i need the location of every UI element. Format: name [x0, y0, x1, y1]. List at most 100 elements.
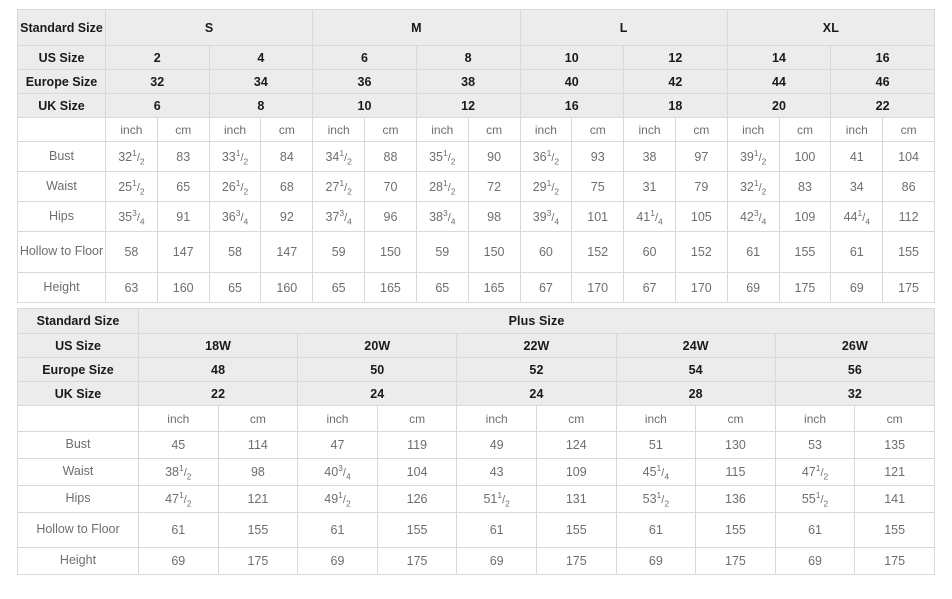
- bust-inch-3: 351/2: [415, 141, 469, 172]
- plus-waist-cm-3: 115: [695, 458, 776, 486]
- hips-cm-0: 91: [156, 201, 210, 232]
- hollow-cm-5: 152: [674, 231, 728, 273]
- plus-bust-cm-2: 124: [535, 431, 617, 459]
- waist-cm-6: 83: [778, 171, 832, 202]
- plus-europe-size-4: 56: [774, 357, 936, 382]
- plus-size-table: Standard Size Plus Size US Size 18W 20W …: [17, 308, 936, 575]
- table-row-uk-size: UK Size 6 8 10 12 16 18 20 22: [17, 93, 935, 118]
- bust-cm-5: 97: [674, 141, 728, 172]
- plus-us-size-0: 18W: [137, 333, 299, 358]
- hollow-cm-4: 152: [571, 231, 625, 273]
- plus-unit-inch-2: inch: [456, 405, 537, 432]
- plus-bust-inch-1: 47: [297, 431, 378, 459]
- hips-cm-7: 112: [882, 201, 935, 232]
- plus-waist-cm-2: 109: [535, 458, 617, 486]
- plus-us-size-2: 22W: [456, 333, 617, 358]
- unit-inch-5: inch: [623, 117, 676, 142]
- plus-height-cm-0: 175: [217, 547, 299, 575]
- waist-cm-7: 86: [882, 171, 935, 202]
- plus-hips-inch-3: 531/2: [615, 485, 697, 513]
- plus-height-inch-2: 69: [456, 547, 537, 575]
- europe-size-4: 40: [519, 69, 625, 94]
- waist-cm-2: 70: [364, 171, 417, 202]
- plus-uk-size-4: 32: [774, 381, 936, 406]
- table-row-plus-us-size: US Size 18W 20W 22W 24W 26W: [17, 333, 936, 358]
- europe-size-5: 42: [623, 69, 728, 94]
- europe-size-1: 34: [208, 69, 314, 94]
- us-size-2: 6: [312, 45, 417, 70]
- height-cm-5: 170: [674, 272, 728, 303]
- plus-height-label: Height: [17, 547, 139, 575]
- plus-unit-row-spacer: [17, 405, 139, 432]
- height-inch-4: 67: [519, 272, 573, 303]
- plus-waist-inch-2: 43: [456, 458, 537, 486]
- unit-cm-0: cm: [156, 117, 210, 142]
- europe-size-label: Europe Size: [17, 69, 106, 94]
- plus-hollow-inch-0: 61: [138, 512, 219, 548]
- plus-height-cm-3: 175: [695, 547, 776, 575]
- unit-row-spacer: [17, 117, 106, 142]
- table-row-units: inch cm inch cm inch cm inch cm inch cm …: [17, 117, 935, 142]
- table-row-plus-units: inch cm inch cm inch cm inch cm inch cm: [17, 405, 935, 432]
- europe-size-6: 44: [726, 69, 832, 94]
- waist-inch-4: 291/2: [519, 171, 573, 202]
- waist-cm-1: 68: [260, 171, 314, 202]
- table-row-europe-size: Europe Size 32 34 36 38 40 42 44 46: [17, 69, 935, 94]
- plus-hollow-inch-3: 61: [615, 512, 697, 548]
- unit-inch-2: inch: [312, 117, 366, 142]
- hollow-inch-2: 59: [312, 231, 366, 273]
- unit-cm-4: cm: [571, 117, 625, 142]
- plus-us-size-3: 24W: [615, 333, 776, 358]
- plus-europe-size-1: 50: [297, 357, 458, 382]
- uk-size-3: 12: [415, 93, 521, 118]
- us-size-4: 10: [519, 45, 625, 70]
- bust-cm-3: 90: [467, 141, 521, 172]
- group-l: L: [519, 9, 728, 46]
- uk-size-1: 8: [208, 93, 314, 118]
- europe-size-3: 38: [415, 69, 521, 94]
- plus-height-inch-1: 69: [297, 547, 378, 575]
- plus-hollow-cm-0: 155: [217, 512, 299, 548]
- hips-inch-4: 393/4: [519, 201, 573, 232]
- plus-hips-cm-2: 131: [535, 485, 617, 513]
- plus-bust-inch-3: 51: [615, 431, 697, 459]
- height-cm-6: 175: [778, 272, 832, 303]
- plus-unit-cm-2: cm: [535, 405, 617, 432]
- hollow-cm-0: 147: [156, 231, 210, 273]
- hips-cm-3: 98: [467, 201, 521, 232]
- us-size-6: 14: [726, 45, 832, 70]
- plus-unit-cm-0: cm: [217, 405, 299, 432]
- plus-europe-size-2: 52: [456, 357, 617, 382]
- waist-inch-7: 34: [830, 171, 884, 202]
- height-cm-0: 160: [156, 272, 210, 303]
- height-inch-2: 65: [312, 272, 366, 303]
- uk-size-6: 20: [726, 93, 832, 118]
- plus-bust-cm-3: 130: [695, 431, 776, 459]
- table-row-hollow: Hollow to Floor 58 147 58 147 59 150 59 150 60 152…: [17, 231, 935, 273]
- plus-waist-label: Waist: [17, 458, 139, 486]
- unit-cm-5: cm: [674, 117, 728, 142]
- plus-hollow-cm-3: 155: [695, 512, 776, 548]
- plus-unit-inch-0: inch: [138, 405, 219, 432]
- group-m: M: [312, 9, 521, 46]
- plus-us-size-1: 20W: [297, 333, 458, 358]
- plus-europe-size-label: Europe Size: [17, 357, 139, 382]
- hips-inch-7: 441/4: [830, 201, 884, 232]
- hollow-cm-3: 150: [467, 231, 521, 273]
- bust-inch-6: 391/2: [726, 141, 780, 172]
- plus-hips-inch-1: 491/2: [297, 485, 378, 513]
- hips-label: Hips: [17, 201, 106, 232]
- table-row-plus-waist: Waist 381/2 98 403/4 104 43 109 451/4 115 471/2 12…: [17, 458, 935, 486]
- plus-unit-inch-1: inch: [297, 405, 378, 432]
- plus-waist-cm-0: 98: [217, 458, 299, 486]
- plus-hollow-cm-2: 155: [535, 512, 617, 548]
- hips-inch-1: 363/4: [208, 201, 262, 232]
- height-inch-1: 65: [208, 272, 262, 303]
- unit-inch-1: inch: [208, 117, 262, 142]
- plus-bust-label: Bust: [17, 431, 139, 459]
- plus-hips-cm-1: 126: [376, 485, 458, 513]
- plus-uk-size-0: 22: [137, 381, 299, 406]
- waist-cm-4: 75: [571, 171, 625, 202]
- unit-inch-4: inch: [519, 117, 573, 142]
- table-row-plus-uk-size: UK Size 22 24 24 28 32: [17, 381, 936, 406]
